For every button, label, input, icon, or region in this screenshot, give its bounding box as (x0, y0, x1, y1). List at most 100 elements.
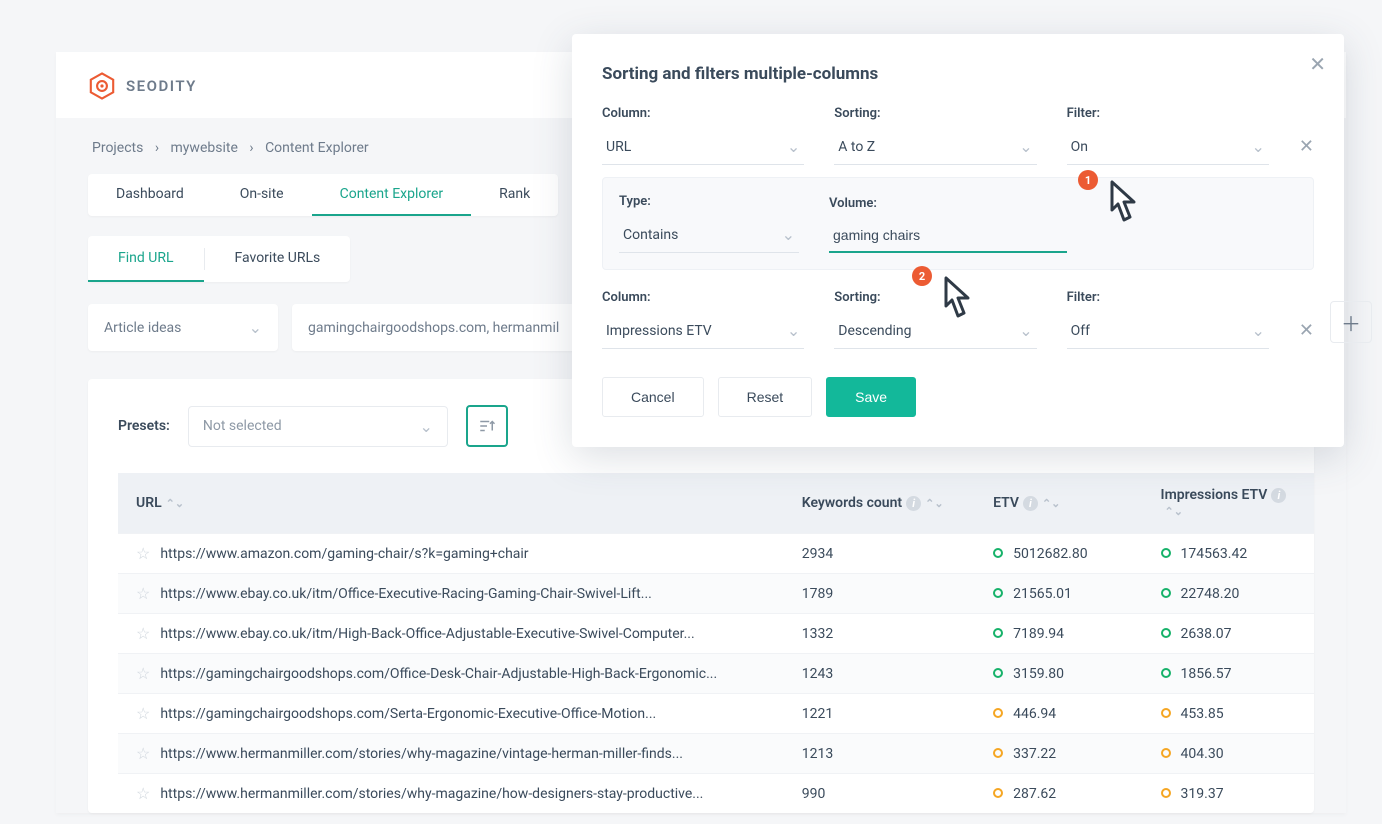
cell-impressions-etv: 22748.20 (1147, 574, 1314, 614)
logo-icon (88, 72, 116, 100)
chevron-right-icon: › (155, 140, 159, 156)
input-volume[interactable] (829, 219, 1067, 253)
cell-keywords-count: 1221 (788, 694, 979, 734)
chevron-down-icon: ⌄ (787, 321, 800, 340)
cell-impressions-etv: 2638.07 (1147, 614, 1314, 654)
star-icon[interactable]: ☆ (136, 704, 150, 723)
label-column: Column: (602, 290, 804, 305)
star-icon[interactable]: ☆ (136, 584, 150, 603)
cell-impressions-etv: 1856.57 (1147, 654, 1314, 694)
star-icon[interactable]: ☆ (136, 664, 150, 683)
add-rule-button[interactable]: ＋ (1330, 301, 1372, 343)
star-icon[interactable]: ☆ (136, 624, 150, 643)
label-column: Column: (602, 106, 804, 121)
cell-etv: 21565.01 (979, 574, 1146, 614)
cell-url: https://www.ebay.co.uk/itm/Office-Execut… (160, 586, 651, 602)
table-row[interactable]: ☆ https://www.ebay.co.uk/itm/High-Back-Of… (118, 614, 1314, 654)
tab-dashboard[interactable]: Dashboard (88, 174, 212, 216)
cell-impressions-etv: 174563.42 (1147, 534, 1314, 574)
cell-keywords-count: 990 (788, 774, 979, 814)
tab-content-explorer[interactable]: Content Explorer (312, 174, 472, 216)
cell-etv: 287.62 (979, 774, 1146, 814)
chevron-down-icon: ⌄ (787, 137, 800, 156)
col-keywords-count[interactable]: Keywords counti⌃⌄ (788, 473, 979, 534)
chevron-down-icon: ⌄ (1019, 321, 1032, 340)
label-type: Type: (619, 194, 799, 209)
save-button[interactable]: Save (826, 377, 916, 417)
cell-keywords-count: 1789 (788, 574, 979, 614)
info-icon: i (1271, 488, 1286, 503)
cell-keywords-count: 1243 (788, 654, 979, 694)
label-filter: Filter: (1067, 290, 1269, 305)
cell-url: https://www.ebay.co.uk/itm/High-Back-Off… (160, 626, 694, 642)
chevron-down-icon: ⌄ (782, 225, 795, 244)
chevron-down-icon: ⌄ (249, 318, 262, 337)
sort-filter-button[interactable] (466, 405, 508, 447)
cell-etv: 446.94 (979, 694, 1146, 734)
table-row[interactable]: ☆ https://gamingchairgoodshops.com/Office… (118, 654, 1314, 694)
close-icon[interactable]: ✕ (1309, 52, 1326, 76)
cell-etv: 337.22 (979, 734, 1146, 774)
table-row[interactable]: ☆ https://www.hermanmiller.com/stories/wh… (118, 774, 1314, 814)
star-icon[interactable]: ☆ (136, 784, 150, 803)
cell-keywords-count: 2934 (788, 534, 979, 574)
cell-impressions-etv: 404.30 (1147, 734, 1314, 774)
col-impressions-etv[interactable]: Impressions ETVi⌃⌄ (1147, 473, 1314, 534)
remove-rule-button[interactable]: ✕ (1299, 320, 1314, 349)
remove-rule-button[interactable]: ✕ (1299, 136, 1314, 165)
results-table: URL⌃⌄ Keywords counti⌃⌄ ETVi⌃⌄ Impressio… (118, 473, 1314, 813)
label-sorting: Sorting: (834, 290, 1036, 305)
select-filter[interactable]: Off⌄ (1067, 313, 1269, 349)
info-icon: i (1023, 496, 1038, 511)
select-column[interactable]: Impressions ETV⌄ (602, 313, 804, 349)
cell-keywords-count: 1332 (788, 614, 979, 654)
info-icon: i (906, 496, 921, 511)
select-sorting[interactable]: A to Z⌄ (834, 129, 1036, 165)
tab-onsite[interactable]: On-site (212, 174, 312, 216)
breadcrumb-item: Content Explorer (265, 140, 369, 156)
table-row[interactable]: ☆ https://www.hermanmiller.com/stories/wh… (118, 734, 1314, 774)
label-filter: Filter: (1067, 106, 1269, 121)
cell-impressions-etv: 453.85 (1147, 694, 1314, 734)
chevron-down-icon: ⌄ (1251, 321, 1264, 340)
subtab-favorite-urls[interactable]: Favorite URLs (205, 236, 351, 282)
breadcrumb-item[interactable]: mywebsite (171, 140, 238, 156)
brand-logo: SEODITY (88, 72, 197, 100)
cell-url: https://www.hermanmiller.com/stories/why… (160, 786, 703, 802)
select-column[interactable]: URL⌄ (602, 129, 804, 165)
cell-etv: 5012682.80 (979, 534, 1146, 574)
breadcrumb-item[interactable]: Projects (92, 140, 143, 156)
chevron-down-icon: ⌄ (1251, 137, 1264, 156)
subtab-find-url[interactable]: Find URL (88, 236, 204, 282)
cancel-button[interactable]: Cancel (602, 377, 704, 417)
cell-url: https://www.amazon.com/gaming-chair/s?k=… (160, 546, 528, 562)
table-row[interactable]: ☆ https://www.amazon.com/gaming-chair/s?k… (118, 534, 1314, 574)
brand-name: SEODITY (126, 77, 197, 95)
cell-impressions-etv: 319.37 (1147, 774, 1314, 814)
select-type[interactable]: Contains⌄ (619, 217, 799, 253)
chevron-down-icon: ⌄ (1019, 137, 1032, 156)
table-row[interactable]: ☆ https://www.ebay.co.uk/itm/Office-Execu… (118, 574, 1314, 614)
col-etv[interactable]: ETVi⌃⌄ (979, 473, 1146, 534)
cell-etv: 7189.94 (979, 614, 1146, 654)
cell-etv: 3159.80 (979, 654, 1146, 694)
chevron-down-icon: ⌄ (419, 417, 432, 436)
article-ideas-select[interactable]: Article ideas ⌄ (88, 304, 278, 351)
star-icon[interactable]: ☆ (136, 744, 150, 763)
label-sorting: Sorting: (834, 106, 1036, 121)
label-volume: Volume: (829, 196, 1067, 211)
cell-url: https://www.hermanmiller.com/stories/why… (160, 746, 683, 762)
select-filter[interactable]: On⌄ (1067, 129, 1269, 165)
star-icon[interactable]: ☆ (136, 544, 150, 563)
cell-keywords-count: 1213 (788, 734, 979, 774)
tab-rank[interactable]: Rank (471, 174, 558, 216)
modal-title: Sorting and filters multiple-columns (602, 64, 1314, 84)
table-row[interactable]: ☆ https://gamingchairgoodshops.com/Serta-… (118, 694, 1314, 734)
chevron-right-icon: › (249, 140, 253, 156)
select-sorting[interactable]: Descending⌄ (834, 313, 1036, 349)
cell-url: https://gamingchairgoodshops.com/Serta-E… (160, 706, 656, 722)
preset-select[interactable]: Not selected ⌄ (188, 406, 448, 447)
col-url[interactable]: URL⌃⌄ (118, 473, 788, 534)
reset-button[interactable]: Reset (718, 377, 813, 417)
cell-url: https://gamingchairgoodshops.com/Office-… (160, 666, 717, 682)
